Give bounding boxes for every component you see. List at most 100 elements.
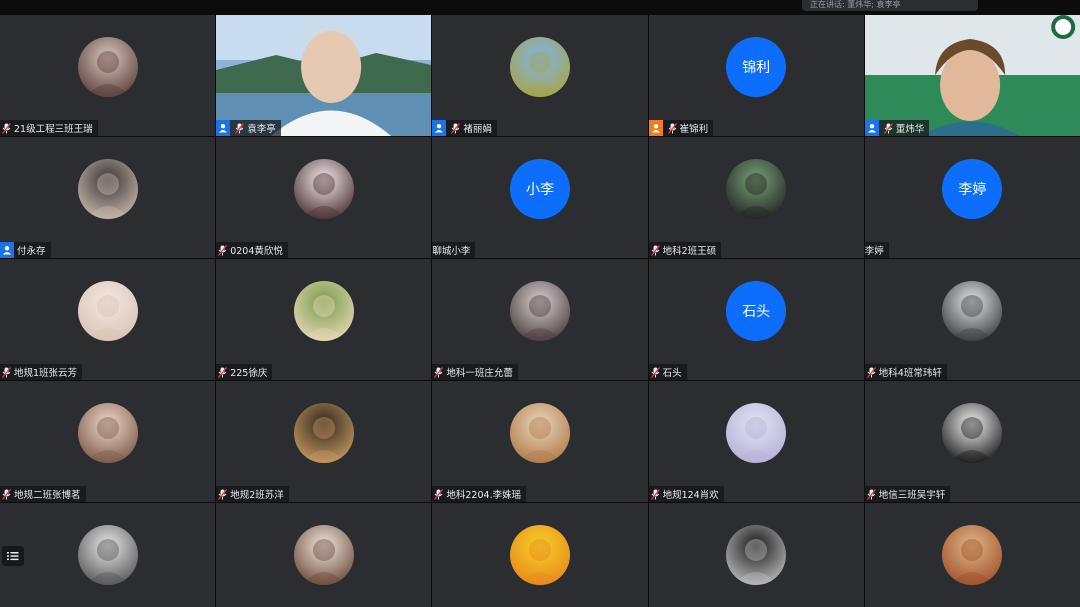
role-badge: [432, 120, 447, 136]
participant-name: 225徐庆: [230, 368, 268, 379]
participant-name: 地科4班常玮轩: [878, 368, 942, 379]
participant-nameplate: 地规2班苏洋: [216, 486, 289, 502]
avatar-initials: 李婷: [942, 159, 1003, 219]
participant-tile[interactable]: 董炜华: [864, 15, 1080, 136]
participant-tile[interactable]: 225徐庆: [216, 259, 432, 380]
participant-name: 地科一班庄允蕾: [446, 368, 513, 379]
participant-name: 地规2班苏洋: [230, 490, 284, 501]
participant-tile[interactable]: 李婷 李婷: [864, 137, 1080, 258]
participant-name: 地科2204.李姝瑶: [446, 490, 522, 501]
avatar: [77, 403, 138, 463]
avatar: [77, 525, 138, 585]
microphone-icon: [218, 366, 228, 378]
participant-name: 袁李亭: [247, 124, 276, 135]
participant-nameplate: 地科4班常玮轩: [864, 364, 947, 380]
avatar: [77, 281, 138, 341]
avatar: [77, 159, 138, 219]
microphone-icon: [650, 244, 660, 256]
user-role-icon: [3, 246, 11, 255]
participant-tile[interactable]: 地科2班王硕: [648, 137, 864, 258]
participant-name: 崔锦利: [679, 124, 709, 135]
participant-tile[interactable]: 付永存: [0, 137, 216, 258]
participant-name: 李婷: [864, 246, 884, 257]
participant-tile[interactable]: 地规2班苏洋: [216, 381, 432, 502]
microphone-icon: [2, 488, 11, 500]
active-speaker-indicator: 正在讲话: 董炜华; 袁李亭: [802, 0, 978, 11]
participant-nameplate: 付永存: [0, 242, 51, 258]
participant-nameplate: 袁李亭: [216, 120, 281, 136]
participant-name: 地信三班吴宇轩: [878, 490, 946, 501]
avatar: [509, 37, 570, 97]
microphone-icon: [434, 488, 444, 500]
participant-nameplate: 石头: [648, 364, 687, 380]
participant-tile[interactable]: 地科2204.李姝瑶: [432, 381, 648, 502]
microphone-icon: [434, 366, 444, 378]
participant-tile[interactable]: 地规124肖欢: [648, 381, 864, 502]
participant-tile[interactable]: 地科一班庄允蕾: [432, 259, 648, 380]
avatar: [77, 37, 138, 97]
participant-tile[interactable]: [432, 503, 648, 607]
participant-nameplate: 地科2204.李姝瑶: [432, 486, 527, 502]
user-role-icon: [219, 124, 228, 133]
participant-tile[interactable]: [0, 503, 216, 607]
avatar: [942, 403, 1003, 463]
avatar: [293, 159, 354, 219]
avatar: [293, 525, 354, 585]
participant-tile[interactable]: [648, 503, 864, 607]
participant-list-button[interactable]: [2, 546, 24, 566]
participant-tile[interactable]: 地科4班常玮轩: [864, 259, 1080, 380]
microphone-icon: [866, 488, 876, 500]
participant-nameplate: 0204黄欣悦: [216, 242, 288, 258]
participant-tile[interactable]: 21级工程三班王瑞: [0, 15, 216, 136]
role-badge: [864, 120, 879, 136]
participant-nameplate: 地信三班吴宇轩: [864, 486, 951, 502]
participant-tile[interactable]: [864, 503, 1080, 607]
participant-tile[interactable]: 地规二班张博茗: [0, 381, 216, 502]
participant-nameplate: 地规124肖欢: [648, 486, 724, 502]
participant-nameplate: 地规二班张博茗: [0, 486, 86, 502]
microphone-icon: [2, 122, 11, 134]
participant-nameplate: 褚丽娟: [432, 120, 497, 136]
role-badge: [648, 120, 663, 136]
participant-name: 董炜华: [895, 124, 925, 135]
participant-tile[interactable]: 小李 聊城小李: [432, 137, 648, 258]
top-bar: 正在讲话: 董炜华; 袁李亭: [0, 0, 1080, 15]
participant-tile[interactable]: 袁李亭: [216, 15, 432, 136]
participant-tile[interactable]: 地规1班张云芳: [0, 259, 216, 380]
participant-tile[interactable]: 锦利崔锦利: [648, 15, 864, 136]
participant-name: 石头: [662, 368, 682, 379]
microphone-icon: [650, 488, 660, 500]
participant-name: 地科2班王硕: [662, 246, 717, 257]
microphone-icon: [650, 366, 660, 378]
participant-nameplate: 225徐庆: [216, 364, 273, 380]
participant-nameplate: 崔锦利: [648, 120, 714, 136]
microphone-icon: [235, 122, 245, 134]
video-feed: [216, 15, 432, 136]
participant-tile[interactable]: 0204黄欣悦: [216, 137, 432, 258]
role-badge: [216, 120, 231, 136]
participant-tile[interactable]: [216, 503, 432, 607]
microphone-icon: [218, 488, 228, 500]
participant-tile[interactable]: 褚丽娟: [432, 15, 648, 136]
participant-nameplate: 地科2班王硕: [648, 242, 722, 258]
microphone-icon: [2, 366, 11, 378]
participant-name: 聊城小李: [432, 246, 471, 257]
microphone-icon: [667, 122, 677, 134]
avatar: [726, 159, 787, 219]
role-badge: [0, 242, 14, 258]
participant-tile[interactable]: 地信三班吴宇轩: [864, 381, 1080, 502]
participant-tile[interactable]: 石头 石头: [648, 259, 864, 380]
participant-nameplate: 李婷: [864, 242, 889, 258]
avatar: [509, 281, 570, 341]
avatar: [942, 525, 1003, 585]
user-role-icon: [435, 124, 444, 133]
avatar-initials: 锦利: [726, 37, 787, 97]
avatar: [293, 403, 354, 463]
avatar: [509, 525, 570, 585]
microphone-icon: [451, 122, 461, 134]
user-role-icon: [651, 124, 660, 133]
participant-name: 21级工程三班王瑞: [14, 124, 93, 135]
video-feed: [864, 15, 1080, 136]
avatar: [726, 525, 787, 585]
participant-name: 地规二班张博茗: [14, 490, 81, 501]
